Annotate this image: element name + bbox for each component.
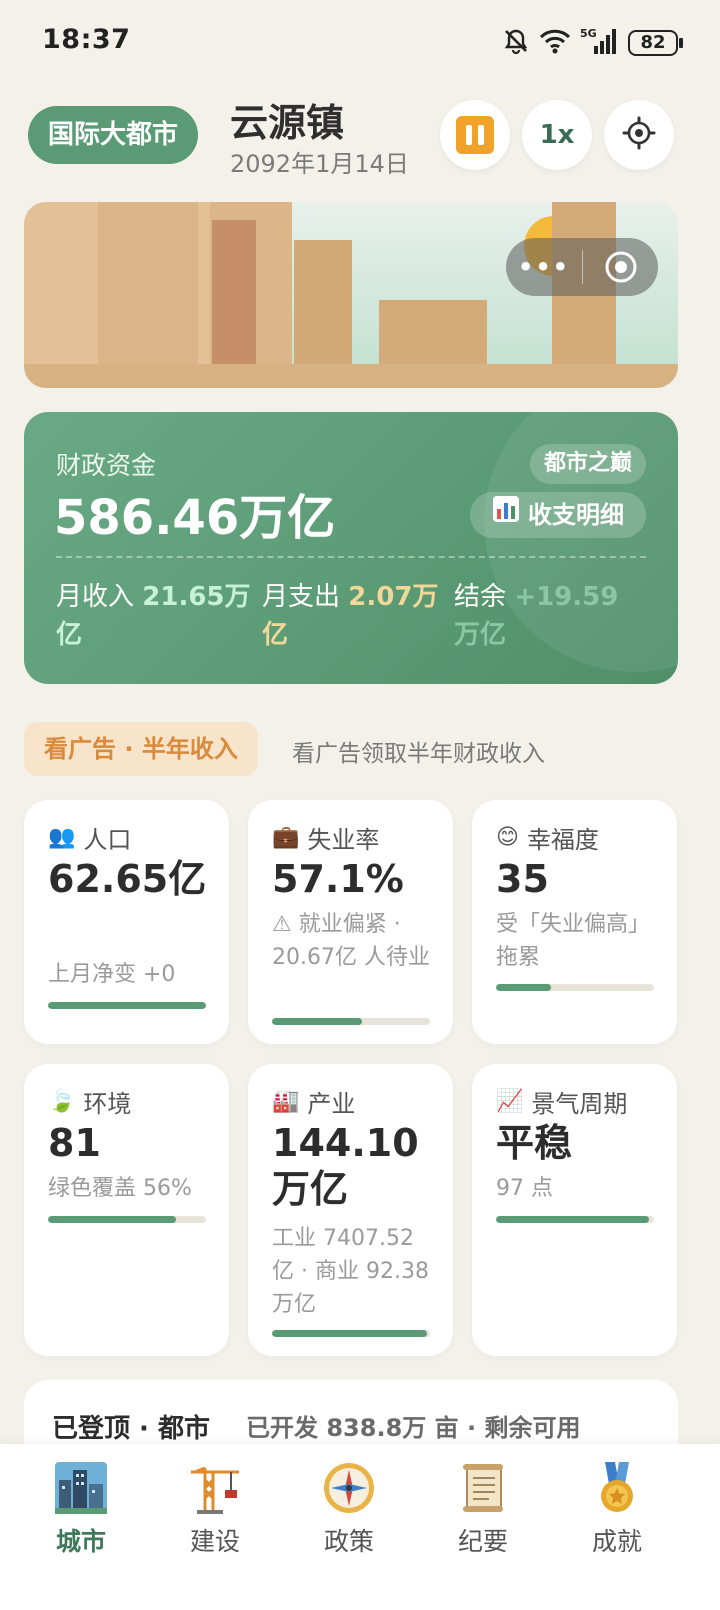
- trend-chart-icon: 📈: [496, 1089, 524, 1114]
- happiness-note: 受「失业偏高」拖累: [496, 912, 651, 970]
- environment-value: 81: [48, 1121, 101, 1165]
- pause-button[interactable]: [440, 100, 510, 170]
- finance-amount: 586.46万亿: [54, 490, 336, 546]
- mute-bell-icon: [502, 27, 530, 59]
- building-illustration: [98, 202, 198, 366]
- city-name: 云源镇: [230, 101, 345, 145]
- unemployment-progress: [272, 1018, 430, 1025]
- unemployment-value: 57.1%: [272, 857, 404, 901]
- nav-label-build: 建设: [189, 1527, 240, 1556]
- city-tier-badge: 国际大都市: [28, 106, 199, 164]
- industry-note: 工业 7407.52亿 · 商业 92.38万亿: [272, 1226, 429, 1317]
- ad-description: 看广告领取半年财政收入: [292, 741, 545, 767]
- building-illustration: [212, 220, 256, 366]
- unemployment-label: 失业率: [307, 826, 380, 854]
- leaf-icon: 🍃: [48, 1089, 76, 1114]
- nav-item-city[interactable]: 城市: [26, 1460, 136, 1558]
- unemployment-note: ⚠ 就业偏紧 · 20.67亿 人待业: [272, 912, 430, 970]
- gear-icon: [622, 116, 656, 154]
- status-bar: 18:37 5G 82: [0, 0, 720, 84]
- environment-card[interactable]: 🍃 环境 81 绿色覆盖 56%: [24, 1064, 229, 1356]
- bar-chart-icon: [492, 492, 520, 538]
- mini-program-capsule[interactable]: •••: [506, 238, 658, 296]
- people-icon: 👥: [48, 825, 76, 850]
- building-illustration: [379, 300, 487, 366]
- nav-item-build[interactable]: 建设: [160, 1460, 270, 1558]
- divider: [56, 556, 646, 558]
- nav-label-records: 纪要: [457, 1527, 508, 1556]
- environment-progress: [48, 1216, 206, 1223]
- summary-description: 已开发 838.8万 亩 · 剩余可用: [246, 1414, 581, 1442]
- briefcase-icon: 💼: [272, 825, 300, 850]
- close-target-icon[interactable]: [583, 249, 658, 285]
- environment-note: 绿色覆盖 56%: [48, 1176, 192, 1201]
- nav-label-city: 城市: [55, 1527, 106, 1556]
- more-menu-icon[interactable]: •••: [506, 253, 582, 281]
- industry-label: 产业: [307, 1090, 356, 1118]
- income-value: 月收入 21.65万亿: [56, 582, 251, 650]
- nav-label-achievements: 成就: [591, 1527, 642, 1556]
- scroll-icon: [455, 1460, 511, 1516]
- pause-icon: [456, 116, 494, 154]
- city-icon: [53, 1460, 109, 1516]
- crane-icon: [187, 1460, 243, 1516]
- economy-card[interactable]: 📈 景气周期 平稳 97 点: [472, 1064, 677, 1356]
- expense-value: 月支出 2.07万亿: [262, 582, 439, 650]
- ground-illustration: [24, 364, 678, 388]
- industry-card[interactable]: 🏭 产业 144.10万亿 工业 7407.52亿 · 商业 92.38万亿: [248, 1064, 453, 1356]
- nav-item-records[interactable]: 纪要: [428, 1460, 538, 1558]
- nav-label-policy: 政策: [323, 1527, 374, 1556]
- happiness-label: 幸福度: [526, 826, 599, 854]
- happiness-value: 35: [496, 857, 549, 901]
- economy-progress: [496, 1216, 654, 1223]
- economy-label: 景气周期: [531, 1090, 628, 1118]
- ad-reward-row: 看广告 · 半年收入 看广告领取半年财政收入: [24, 722, 684, 778]
- settings-button[interactable]: [604, 100, 674, 170]
- economy-note: 97 点: [496, 1176, 553, 1201]
- population-progress: [48, 1002, 206, 1009]
- compass-icon: [321, 1460, 377, 1516]
- nav-item-policy[interactable]: 政策: [294, 1460, 404, 1558]
- population-note: 上月净变 +0: [48, 962, 176, 987]
- finance-label: 财政资金: [56, 451, 157, 480]
- happiness-progress: [496, 984, 654, 991]
- smile-icon: 😊: [496, 825, 519, 850]
- medal-icon: [589, 1460, 645, 1516]
- speed-button[interactable]: 1x: [522, 100, 592, 170]
- industry-progress: [272, 1330, 430, 1337]
- building-illustration: [294, 240, 352, 366]
- population-card[interactable]: 👥 人口 62.65亿 上月净变 +0: [24, 800, 229, 1044]
- economy-value: 平稳: [496, 1121, 573, 1165]
- unemployment-card[interactable]: 💼 失业率 57.1% ⚠ 就业偏紧 · 20.67亿 人待业: [248, 800, 453, 1044]
- finance-card: 财政资金 586.46万亿 都市之巅 收支明细 月收入 月收入 21.65万亿 …: [24, 412, 678, 684]
- nav-item-achievements[interactable]: 成就: [562, 1460, 672, 1558]
- city-skyline-banner[interactable]: •••: [24, 202, 678, 388]
- cellular-5g-icon: 5G: [580, 26, 620, 60]
- status-time: 18:37: [42, 24, 131, 55]
- watch-ad-button[interactable]: 看广告 · 半年收入: [24, 722, 258, 776]
- environment-label: 环境: [83, 1090, 132, 1118]
- header: 国际大都市 云源镇 2092年1月14日 1x: [0, 98, 720, 178]
- bottom-nav: 城市 建设 政策 纪要 成就: [0, 1444, 720, 1610]
- battery-icon: 82: [628, 30, 683, 56]
- balance-value: 结余 +19.59万亿: [454, 582, 619, 650]
- population-label: 人口: [83, 826, 132, 854]
- summary-title: 已登顶 · 都市: [52, 1414, 210, 1444]
- status-icons: 5G 82: [502, 26, 683, 60]
- income-detail-label: 收支明细: [528, 501, 624, 529]
- factory-icon: 🏭: [272, 1089, 300, 1114]
- industry-value: 144.10万亿: [272, 1121, 419, 1211]
- income-detail-button[interactable]: 收支明细: [470, 492, 646, 538]
- network-type-label: 5G: [580, 27, 597, 40]
- game-date: 2092年1月14日: [230, 150, 409, 178]
- speed-label: 1x: [539, 120, 575, 150]
- wifi-icon: [538, 27, 572, 59]
- rank-badge: 都市之巅: [529, 444, 646, 484]
- population-value: 62.65亿: [48, 857, 207, 901]
- happiness-card[interactable]: 😊 幸福度 35 受「失业偏高」拖累: [472, 800, 677, 1044]
